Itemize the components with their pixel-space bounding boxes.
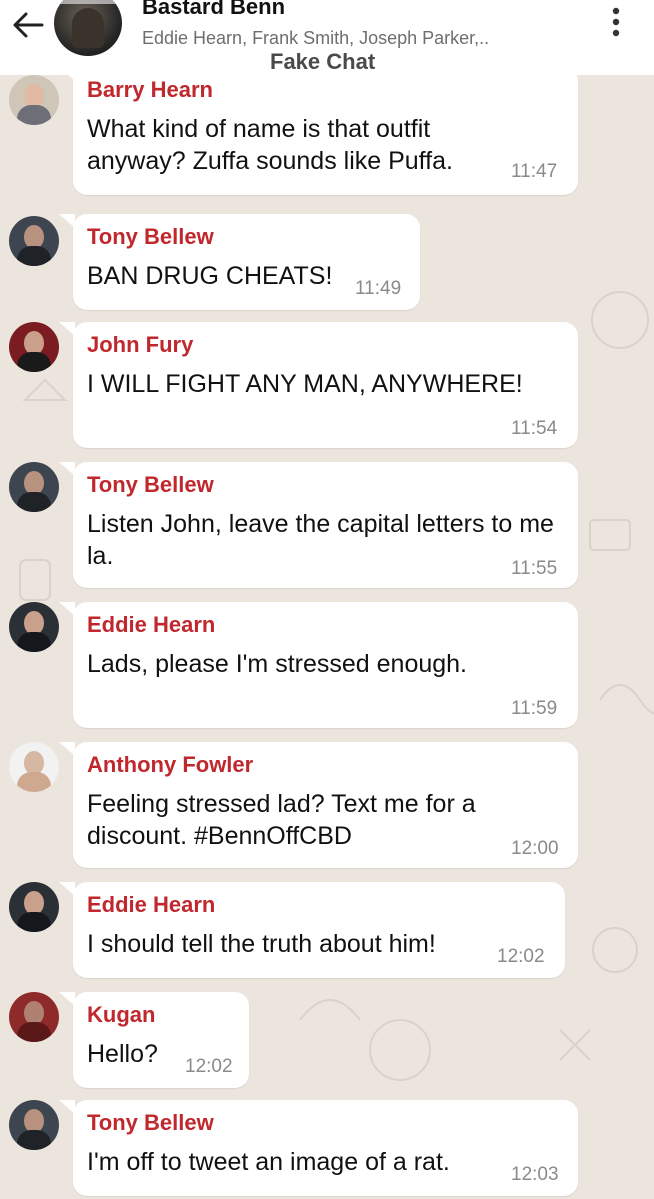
group-avatar[interactable] — [54, 0, 122, 56]
message-bubble[interactable]: Kugan Hello? 12:02 — [59, 992, 249, 1088]
avatar[interactable] — [9, 742, 59, 792]
message-time: 11:49 — [355, 278, 402, 299]
sender-name: Kugan — [87, 1002, 156, 1027]
message-bubble[interactable]: Eddie Hearn Lads, please I'm stressed en… — [59, 602, 578, 728]
avatar[interactable] — [9, 216, 59, 266]
message-time: 11:55 — [511, 558, 558, 579]
sender-name: Eddie Hearn — [87, 612, 216, 637]
message-time: 12:02 — [185, 1056, 233, 1077]
message-text: I WILL FIGHT ANY MAN, ANYWHERE! — [87, 370, 523, 398]
group-members[interactable]: Eddie Hearn, Frank Smith, Joseph Parker,… — [142, 28, 489, 49]
app-label: Fake Chat — [270, 49, 376, 74]
sender-name: Eddie Hearn — [87, 892, 216, 917]
message-text: I should tell the truth about him! — [87, 930, 436, 958]
message-time: 11:59 — [511, 698, 558, 719]
message-text: What kind of name is that outfit anyway?… — [87, 115, 453, 175]
sender-name: John Fury — [87, 332, 194, 357]
message-bubble[interactable]: John Fury I WILL FIGHT ANY MAN, ANYWHERE… — [59, 322, 578, 448]
group-title[interactable]: Bastard Benn — [142, 0, 285, 20]
message-text: Lads, please I'm stressed enough. — [87, 650, 468, 678]
message-time: 12:02 — [497, 946, 545, 967]
message-time: 11:54 — [511, 418, 558, 439]
sender-name: Tony Bellew — [87, 472, 214, 497]
avatar[interactable] — [9, 322, 59, 372]
message-bubble[interactable]: Tony Bellew Listen John, leave the capit… — [59, 462, 578, 588]
back-arrow-icon[interactable] — [10, 10, 46, 40]
message-time: 12:00 — [511, 838, 559, 859]
avatar[interactable] — [9, 75, 59, 125]
message-bubble[interactable]: Barry Hearn What kind of name is that ou… — [59, 67, 578, 195]
avatar[interactable] — [9, 462, 59, 512]
sender-name: Barry Hearn — [87, 77, 213, 102]
message-text: Feeling stressed lad? Text me for a disc… — [87, 790, 476, 850]
more-options-icon[interactable] — [606, 6, 626, 38]
sender-name: Anthony Fowler — [87, 752, 254, 777]
message-text: Listen John, leave the capital letters t… — [87, 510, 554, 570]
message-bubble[interactable]: Tony Bellew I'm off to tweet an image of… — [59, 1100, 578, 1196]
chat-header: Bastard Benn Eddie Hearn, Frank Smith, J… — [0, 0, 654, 75]
message-time: 11:47 — [511, 161, 558, 182]
avatar[interactable] — [9, 992, 59, 1042]
sender-name: Tony Bellew — [87, 1110, 214, 1135]
avatar[interactable] — [9, 882, 59, 932]
avatar[interactable] — [9, 602, 59, 652]
message-bubble[interactable]: Tony Bellew BAN DRUG CHEATS! 11:49 — [59, 214, 420, 310]
message-time: 12:03 — [511, 1164, 559, 1185]
sender-name: Tony Bellew — [87, 224, 214, 249]
avatar[interactable] — [9, 1100, 59, 1150]
message-list[interactable]: Barry Hearn What kind of name is that ou… — [0, 67, 654, 1199]
message-bubble[interactable]: Anthony Fowler Feeling stressed lad? Tex… — [59, 742, 578, 868]
message-text: BAN DRUG CHEATS! — [87, 262, 333, 290]
message-bubble[interactable]: Eddie Hearn I should tell the truth abou… — [59, 882, 565, 978]
message-text: Hello? — [87, 1040, 158, 1068]
message-text: I'm off to tweet an image of a rat. — [87, 1148, 450, 1176]
